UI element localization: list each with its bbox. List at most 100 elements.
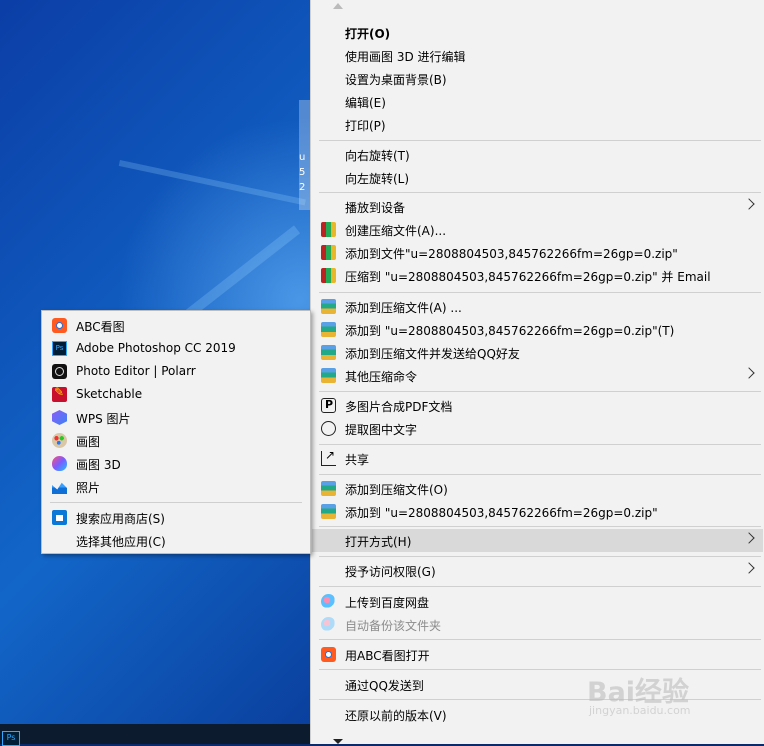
scroll-up-icon[interactable] — [333, 3, 343, 9]
menu-item-merge-pdf[interactable]: 多图片合成PDF文档 — [312, 394, 763, 417]
menu-separator — [50, 502, 302, 503]
archive-icon — [321, 504, 336, 519]
menu-item-add-to-zip-t[interactable]: 添加到 "u=2808804503,845762266fm=26gp=0.zip… — [312, 318, 763, 341]
menu-item-set-wallpaper[interactable]: 设置为桌面背景(B) — [312, 67, 763, 90]
menu-item-label: 向左旋转(L) — [345, 172, 410, 186]
menu-item-other-compress[interactable]: 其他压缩命令 — [312, 364, 763, 387]
app-label: Sketchable — [76, 387, 143, 401]
menu-item-share[interactable]: 共享 — [312, 447, 763, 470]
menu-item-label: 添加到压缩文件并发送给QQ好友 — [345, 347, 520, 361]
share-icon — [321, 448, 336, 466]
taskbar — [0, 724, 310, 744]
menu-item-extract-text[interactable]: 提取图中文字 — [312, 417, 763, 440]
scroll-down-icon[interactable] — [333, 739, 343, 744]
baidu-netdisk-icon — [321, 617, 336, 632]
app-paint3d[interactable]: 画图 3D — [42, 452, 310, 475]
app-sketchable[interactable]: Sketchable — [42, 383, 310, 406]
menu-item-label: 打开(O) — [345, 27, 391, 41]
chevron-right-icon — [743, 367, 755, 379]
chevron-right-icon — [743, 198, 755, 210]
app-label: 画图 — [76, 435, 101, 449]
menu-item-archive-send-qq[interactable]: 添加到压缩文件并发送给QQ好友 — [312, 341, 763, 364]
abc-viewer-icon — [52, 318, 67, 333]
app-abc-viewer[interactable]: ABC看图 — [42, 314, 310, 337]
paint-icon — [52, 433, 67, 448]
archive-icon — [321, 345, 336, 360]
app-polarr[interactable]: Photo Editor | Polarr — [42, 360, 310, 383]
app-label: 画图 3D — [76, 458, 121, 472]
menu-item-add-to-zip[interactable]: 添加到文件"u=2808804503,845762266fm=26gp=0.zi… — [312, 241, 763, 264]
menu-separator — [319, 526, 761, 527]
app-label: 搜索应用商店(S) — [76, 512, 165, 526]
desktop-file-name: u 5 2 — [299, 152, 306, 193]
chevron-right-icon — [743, 532, 755, 544]
menu-item-auto-backup[interactable]: 自动备份该文件夹 — [312, 613, 763, 636]
menu-item-cast-to-device[interactable]: 播放到设备 — [312, 195, 763, 218]
choose-other-app-item[interactable]: 选择其他应用(C) — [42, 529, 310, 552]
wps-icon — [52, 410, 67, 425]
app-label: 选择其他应用(C) — [76, 535, 166, 549]
menu-item-label: 创建压缩文件(A)... — [345, 224, 447, 238]
archive-icon — [321, 299, 336, 314]
context-menu: 打开(O) 使用画图 3D 进行编辑 设置为桌面背景(B) 编辑(E) 打印(P… — [310, 0, 764, 744]
sketchable-icon — [52, 385, 67, 402]
photos-icon — [52, 482, 67, 494]
watermark-subtext: jingyan.baidu.com — [589, 704, 691, 717]
app-wps-picture[interactable]: WPS 图片 — [42, 406, 310, 429]
menu-item-label: 打印(P) — [345, 119, 386, 133]
app-photos[interactable]: 照片 — [42, 475, 310, 498]
app-label: Adobe Photoshop CC 2019 — [76, 341, 236, 355]
menu-item-label: 添加到压缩文件(A) ... — [345, 301, 462, 315]
menu-item-upload-baidu[interactable]: 上传到百度网盘 — [312, 590, 763, 613]
menu-item-label: 上传到百度网盘 — [345, 596, 430, 610]
open-with-submenu: ABC看图 Ps Adobe Photoshop CC 2019 Photo E… — [41, 310, 311, 554]
app-label: Photo Editor | Polarr — [76, 364, 196, 378]
photoshop-icon: Ps — [52, 341, 67, 356]
search-store-item[interactable]: 搜索应用商店(S) — [42, 506, 310, 529]
menu-separator — [319, 391, 761, 392]
menu-item-rotate-left[interactable]: 向左旋转(L) — [312, 166, 763, 189]
menu-separator — [319, 474, 761, 475]
menu-item-create-archive[interactable]: 创建压缩文件(A)... — [312, 218, 763, 241]
menu-item-label: 播放到设备 — [345, 201, 406, 215]
menu-item-rotate-right[interactable]: 向右旋转(T) — [312, 143, 763, 166]
menu-item-edit-paint3d[interactable]: 使用画图 3D 进行编辑 — [312, 44, 763, 67]
archive-icon — [321, 322, 336, 337]
menu-item-add-to-archive[interactable]: 添加到压缩文件(A) ... — [312, 295, 763, 318]
abc-viewer-icon — [321, 647, 336, 662]
menu-item-label: 添加到 "u=2808804503,845762266fm=26gp=0.zip… — [345, 324, 675, 338]
paint3d-icon — [52, 456, 67, 471]
menu-item-label: 向右旋转(T) — [345, 149, 410, 163]
menu-item-label: 用ABC看图打开 — [345, 649, 430, 663]
menu-item-open-abc[interactable]: 用ABC看图打开 — [312, 643, 763, 666]
menu-item-label: 提取图中文字 — [345, 423, 418, 437]
light-beam — [118, 160, 306, 206]
menu-item-edit[interactable]: 编辑(E) — [312, 90, 763, 113]
menu-separator — [319, 140, 761, 141]
menu-item-print[interactable]: 打印(P) — [312, 113, 763, 136]
menu-item-label: 添加到文件"u=2808804503,845762266fm=26gp=0.zi… — [345, 247, 678, 261]
menu-item-label: 还原以前的版本(V) — [345, 709, 447, 723]
app-photoshop[interactable]: Ps Adobe Photoshop CC 2019 — [42, 337, 310, 360]
menu-item-label: 使用画图 3D 进行编辑 — [345, 50, 466, 64]
menu-item-grant-access[interactable]: 授予访问权限(G) — [312, 559, 763, 582]
menu-item-zip-and-email[interactable]: 压缩到 "u=2808804503,845762266fm=26gp=0.zip… — [312, 264, 763, 287]
menu-item-open-with[interactable]: 打开方式(H) — [312, 529, 763, 552]
menu-item-label: 添加到压缩文件(O) — [345, 483, 448, 497]
app-paint[interactable]: 画图 — [42, 429, 310, 452]
menu-separator — [319, 556, 761, 557]
app-label: WPS 图片 — [76, 412, 131, 426]
menu-item-label: 其他压缩命令 — [345, 370, 418, 384]
menu-item-open[interactable]: 打开(O) — [312, 21, 763, 44]
ocr-icon — [321, 421, 336, 436]
menu-item-label: 自动备份该文件夹 — [345, 619, 442, 633]
menu-item-add-zip-quick[interactable]: 添加到 "u=2808804503,845762266fm=26gp=0.zip… — [312, 500, 763, 523]
menu-item-add-archive-o[interactable]: 添加到压缩文件(O) — [312, 477, 763, 500]
menu-separator — [319, 192, 761, 193]
menu-separator — [319, 292, 761, 293]
menu-item-label: 打开方式(H) — [345, 535, 412, 549]
menu-item-label: 添加到 "u=2808804503,845762266fm=26gp=0.zip… — [345, 506, 658, 520]
chevron-right-icon — [743, 562, 755, 574]
polarr-icon — [52, 364, 67, 379]
menu-item-label: 编辑(E) — [345, 96, 386, 110]
